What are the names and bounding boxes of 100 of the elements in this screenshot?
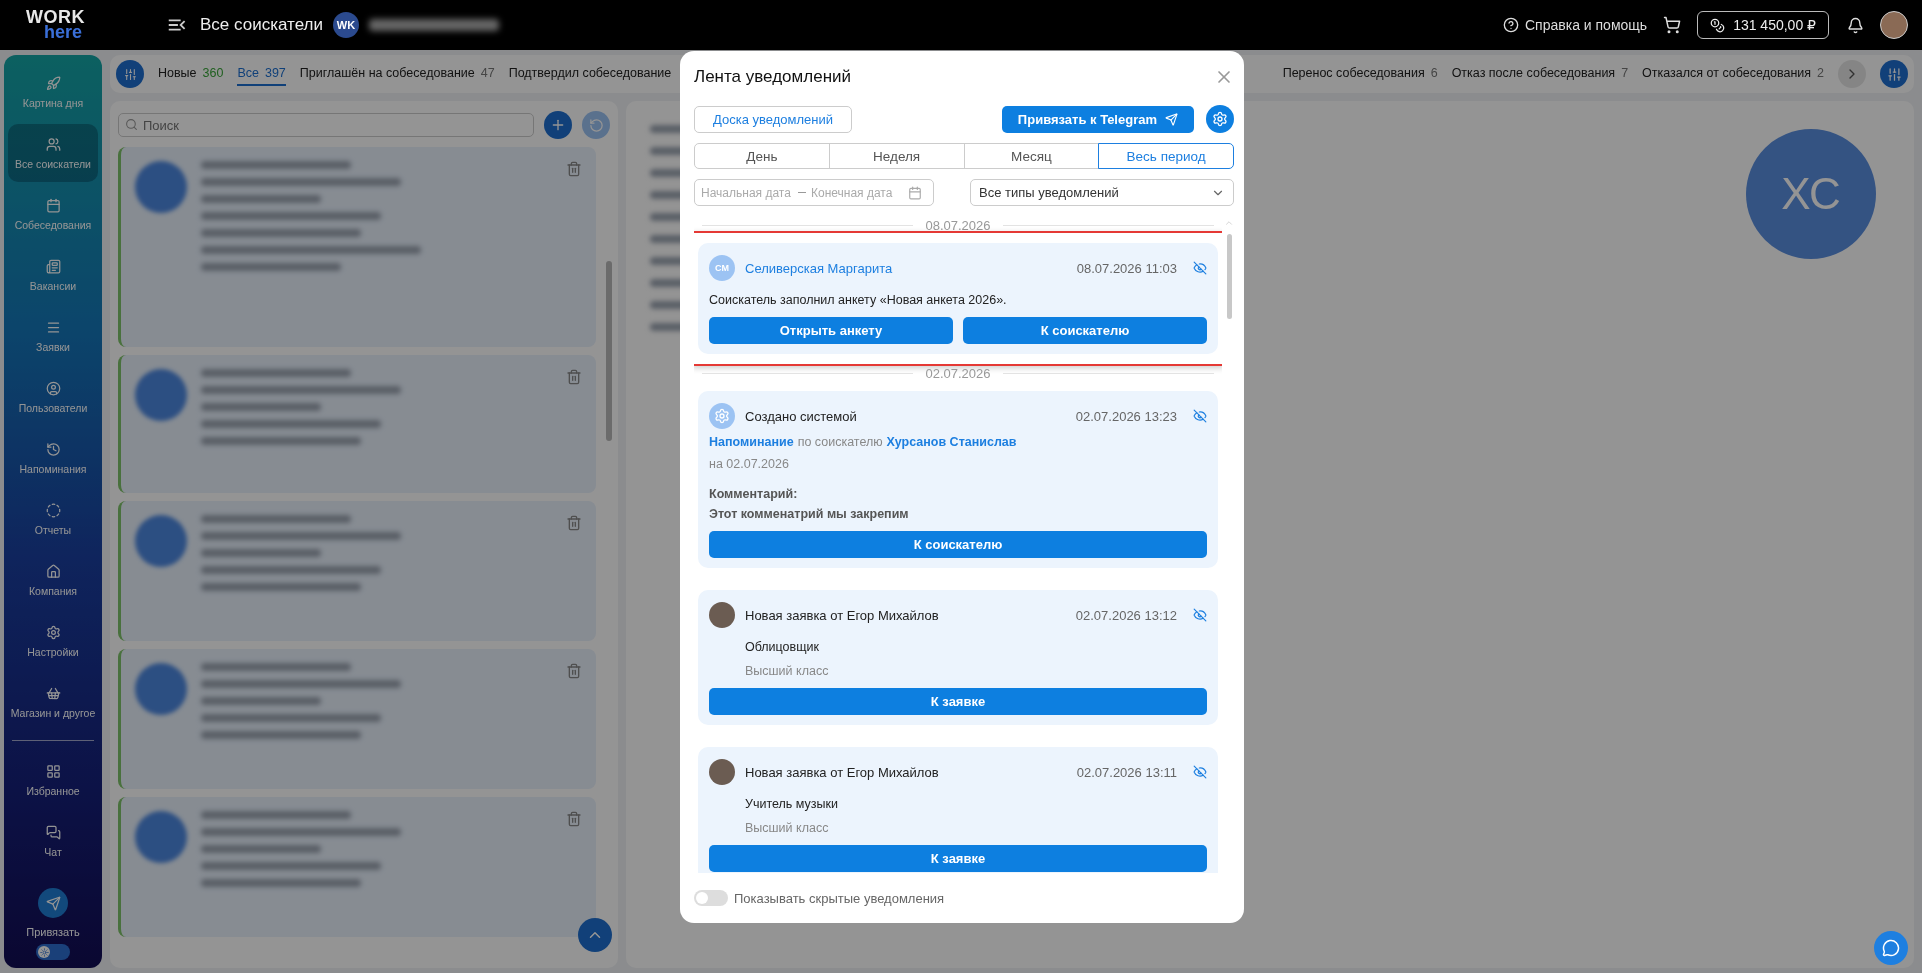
- logo[interactable]: WORK here: [26, 10, 166, 40]
- notification-title: Новая заявка от Егор Михайлов: [745, 764, 939, 780]
- status-tab[interactable]: Перенос собеседования 6: [1282, 62, 1438, 86]
- next-button[interactable]: [1838, 60, 1866, 88]
- candidate-card[interactable]: [118, 649, 596, 789]
- candidate-card[interactable]: [118, 355, 596, 493]
- hidden-eye-icon[interactable]: [1193, 765, 1207, 779]
- sidebar-item[interactable]: Компания: [8, 551, 98, 609]
- newspaper-icon: [45, 258, 61, 274]
- reminder-link[interactable]: Напоминание: [709, 435, 794, 449]
- period-tab[interactable]: Весь период: [1098, 143, 1234, 169]
- reminder-text: по соискателю: [797, 435, 883, 449]
- delete-icon[interactable]: [566, 515, 582, 531]
- hidden-eye-icon[interactable]: [1193, 261, 1207, 275]
- notification-text: Соискатель заполнил анкету «Новая анкета 2026».: [709, 293, 1008, 307]
- send-icon: [1165, 112, 1178, 126]
- status-tab[interactable]: Приглашён на собеседование 47: [299, 62, 495, 86]
- status-tab[interactable]: Отказ после собеседования 7: [1451, 62, 1629, 86]
- gear-icon: [714, 408, 730, 424]
- help-icon[interactable]: [1503, 17, 1519, 33]
- show-hidden-toggle[interactable]: [694, 890, 728, 906]
- search-field[interactable]: Поиск: [118, 113, 534, 137]
- notification-time: 08.07.2026 11:03: [1076, 260, 1177, 276]
- delete-icon[interactable]: [566, 663, 582, 679]
- photo-placeholder: [709, 602, 735, 628]
- coins-icon: [1710, 17, 1726, 33]
- status-tab[interactable]: Подтвердил собеседование: [508, 62, 672, 86]
- balance-button[interactable]: 131 450,00 ₽: [1697, 11, 1829, 39]
- status-tab[interactable]: Новые 360: [158, 62, 224, 86]
- telegram-label: Привязать: [26, 926, 80, 938]
- send-icon: [45, 895, 61, 911]
- action-button[interactable]: К соискателю: [963, 317, 1207, 344]
- sidebar-item[interactable]: Заявки: [8, 307, 98, 365]
- user-avatar[interactable]: [1880, 11, 1908, 39]
- page-title: Все соискатели: [200, 15, 323, 35]
- sidebar-item[interactable]: Напоминания: [8, 429, 98, 487]
- delete-icon[interactable]: [566, 811, 582, 827]
- telegram-button[interactable]: Привязать к Telegram: [1001, 105, 1194, 133]
- notification-time: 02.07.2026 13:12: [1075, 607, 1177, 623]
- settings-button[interactable]: [1206, 105, 1234, 133]
- user-circle-icon: [45, 380, 61, 396]
- show-hidden-label: Показывать скрытые уведомления: [734, 890, 945, 906]
- company-avatar[interactable]: WK: [332, 12, 359, 38]
- sidebar-item[interactable]: Вакансии: [8, 246, 98, 304]
- candidate-card[interactable]: [118, 797, 596, 937]
- cart-icon[interactable]: [1663, 16, 1682, 34]
- candidate-card[interactable]: [118, 501, 596, 641]
- period-tab[interactable]: Месяц: [963, 143, 1100, 169]
- action-button[interactable]: Открыть анкету: [709, 317, 953, 344]
- type-select[interactable]: Все типы уведомлений: [970, 179, 1234, 206]
- sidebar-item[interactable]: Собеседования: [8, 185, 98, 243]
- scrollbar-thumb[interactable]: [606, 261, 612, 441]
- house-icon: [45, 563, 61, 579]
- action-button[interactable]: К заявке: [709, 845, 1207, 872]
- plus-icon: [550, 117, 566, 133]
- period-tab[interactable]: День: [694, 143, 830, 169]
- settings-icon: [45, 624, 61, 640]
- notifications-icon[interactable]: [1847, 16, 1864, 34]
- basket-icon: [45, 685, 61, 701]
- date-range-field[interactable]: Начальная дата Конечная дата: [694, 179, 934, 206]
- add-button[interactable]: [544, 111, 572, 139]
- delete-icon[interactable]: [566, 161, 582, 177]
- period-tab[interactable]: Неделя: [828, 143, 965, 169]
- calendar-icon: [908, 185, 922, 200]
- dashed-circle-icon: [45, 502, 61, 518]
- status-tab[interactable]: Все 397: [237, 62, 286, 86]
- sidebar-item[interactable]: Пользователи: [8, 368, 98, 426]
- notification-title: Новая заявка от Егор Михайлов: [745, 607, 939, 623]
- sidebar-item[interactable]: Картина дня: [8, 63, 98, 121]
- status-tab[interactable]: Отказался от собеседования 2: [1642, 62, 1824, 86]
- hidden-eye-icon[interactable]: [1193, 608, 1207, 622]
- sidebar-item[interactable]: Магазин и другое: [8, 673, 98, 731]
- stats-button[interactable]: [116, 60, 144, 88]
- sidebar-item[interactable]: Чат: [8, 812, 98, 870]
- candidate-link[interactable]: Хурсанов Станислав: [886, 435, 1017, 449]
- delete-icon[interactable]: [566, 369, 582, 385]
- board-button[interactable]: Доска уведомлений: [694, 105, 852, 133]
- scroll-up-button[interactable]: [578, 918, 612, 952]
- people-icon: [45, 136, 61, 152]
- candidate-link[interactable]: Селиверская Маргарита: [745, 260, 893, 276]
- date-separator: 08.07.2026: [925, 218, 991, 233]
- notification-title: Создано системой: [745, 408, 857, 424]
- sidebar-item[interactable]: Избранное: [8, 751, 98, 809]
- sidebar-item[interactable]: Настройки: [8, 612, 98, 670]
- telegram-button[interactable]: [38, 888, 68, 918]
- candidate-card[interactable]: [118, 147, 596, 347]
- action-button[interactable]: К соискателю: [709, 531, 1207, 558]
- start-date-input[interactable]: Начальная дата: [701, 185, 793, 200]
- position-text: Облицовщик: [745, 640, 820, 654]
- action-button[interactable]: К заявке: [709, 688, 1207, 715]
- hidden-eye-icon[interactable]: [1193, 409, 1207, 423]
- sidebar-item[interactable]: Отчеты: [8, 490, 98, 548]
- rocket-icon: [45, 75, 61, 91]
- end-date-input[interactable]: Конечная дата: [811, 185, 903, 200]
- theme-toggle[interactable]: [36, 944, 70, 960]
- photo-placeholder: [709, 759, 735, 785]
- blurred-avatar: [135, 663, 187, 715]
- scrollbar-thumb[interactable]: [1226, 234, 1232, 319]
- help-link[interactable]: Справка и помощь: [1525, 17, 1648, 33]
- filter-button[interactable]: [1880, 60, 1908, 88]
